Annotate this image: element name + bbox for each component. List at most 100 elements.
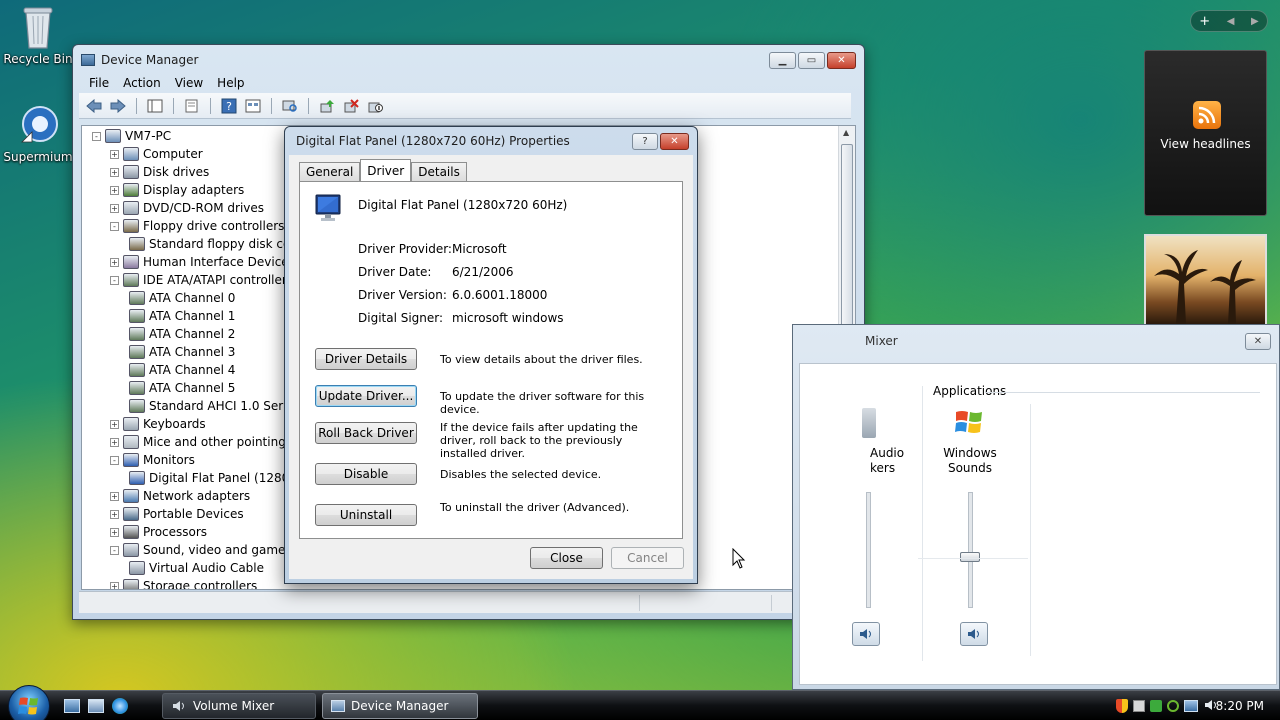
expand-icon[interactable]: + <box>110 509 119 519</box>
tree-item[interactable]: + Portable Devices <box>110 505 244 523</box>
tree-item[interactable]: + DVD/CD-ROM drives <box>110 199 264 217</box>
device-manager-titlebar[interactable]: Device Manager <box>73 45 864 75</box>
tree-item[interactable]: + Storage controllers <box>110 577 257 589</box>
tree-item[interactable]: - IDE ATA/ATAPI controllers <box>110 271 293 289</box>
tree-item[interactable]: + Processors <box>110 523 207 541</box>
tray-connector-icon[interactable] <box>1167 700 1179 712</box>
mixer-close-button[interactable]: ✕ <box>1245 333 1271 350</box>
disk-drive-icon <box>123 165 139 179</box>
menu-help[interactable]: Help <box>217 76 244 90</box>
maximize-button[interactable]: ▭ <box>798 52 825 69</box>
desktop-icon-recycle-bin[interactable]: Recycle Bin <box>0 4 76 66</box>
expand-icon[interactable]: + <box>110 581 119 589</box>
menu-view[interactable]: View <box>175 76 203 90</box>
tab-details[interactable]: Details <box>411 162 467 181</box>
tree-item[interactable]: + Display adapters <box>110 181 244 199</box>
browser-quicklaunch-icon[interactable] <box>112 698 128 714</box>
speakers-volume-slider[interactable] <box>866 492 871 608</box>
desktop-icon-supermium[interactable]: Supermium <box>0 102 76 164</box>
update-driver-button[interactable]: Update Driver... <box>315 385 417 407</box>
dialog-close-button[interactable]: ✕ <box>660 133 689 150</box>
tree-item[interactable]: + Disk drives <box>110 163 209 181</box>
uninstall-button[interactable]: Uninstall <box>315 504 417 526</box>
tree-item[interactable]: - Monitors <box>110 451 195 469</box>
feed-gadget-label[interactable]: View headlines <box>1145 137 1266 151</box>
tab-general[interactable]: General <box>299 162 361 181</box>
minimize-button[interactable]: ▁ <box>769 52 796 69</box>
collapse-icon[interactable]: - <box>110 221 119 231</box>
tree-item[interactable]: ATA Channel 2 <box>129 325 235 343</box>
windows-sounds-mute-button[interactable] <box>960 622 988 646</box>
collapse-icon[interactable]: - <box>110 545 119 555</box>
expand-icon[interactable]: + <box>110 527 119 537</box>
scroll-up-arrow-icon[interactable]: ▲ <box>843 128 849 137</box>
taskbar-volume-mixer[interactable]: Volume Mixer <box>162 693 316 719</box>
tree-item[interactable]: + Computer <box>110 145 203 163</box>
add-gadget-icon[interactable]: + <box>1199 14 1210 29</box>
menu-file[interactable]: File <box>89 76 109 90</box>
tray-network-icon[interactable] <box>1184 700 1198 712</box>
update-driver-icon[interactable] <box>318 98 336 114</box>
dialog-ok-close-button[interactable]: Close <box>530 547 603 569</box>
tray-check-icon[interactable] <box>1150 700 1162 712</box>
expand-icon[interactable]: + <box>110 167 119 177</box>
tree-item[interactable]: ATA Channel 0 <box>129 289 235 307</box>
tree-item[interactable]: + Mice and other pointing de <box>110 433 305 451</box>
dialog-cancel-button[interactable]: Cancel <box>611 547 684 569</box>
next-gadget-icon[interactable]: ▶ <box>1251 16 1259 27</box>
close-window-button[interactable]: ✕ <box>827 52 856 69</box>
back-arrow-icon[interactable] <box>85 98 103 114</box>
tree-item[interactable]: + Keyboards <box>110 415 206 433</box>
forward-arrow-icon[interactable] <box>109 98 127 114</box>
collapse-icon[interactable]: - <box>110 455 119 465</box>
switch-windows-icon[interactable] <box>88 699 104 713</box>
uninstall-icon[interactable] <box>342 98 360 114</box>
slideshow-gadget[interactable] <box>1144 234 1267 326</box>
taskbar-device-manager[interactable]: Device Manager <box>322 693 478 719</box>
dialog-help-button[interactable]: ? <box>632 133 658 150</box>
scan-hardware-icon[interactable] <box>281 98 299 114</box>
tree-item[interactable]: ATA Channel 3 <box>129 343 235 361</box>
expand-icon[interactable]: + <box>110 185 119 195</box>
tree-item[interactable]: ATA Channel 5 <box>129 379 235 397</box>
windows-sounds-volume-slider[interactable] <box>968 492 973 608</box>
speakers-mute-button[interactable] <box>852 622 880 646</box>
menu-action[interactable]: Action <box>123 76 161 90</box>
feed-headlines-gadget[interactable]: View headlines <box>1144 50 1267 216</box>
expand-icon[interactable]: + <box>110 419 119 429</box>
tree-item[interactable]: ATA Channel 4 <box>129 361 235 379</box>
tree-item[interactable]: Standard AHCI 1.0 Seria <box>129 397 294 415</box>
taskbar-clock[interactable]: 8:20 PM <box>1216 699 1264 713</box>
properties-icon[interactable] <box>183 98 201 114</box>
driver-details-button[interactable]: Driver Details <box>315 348 417 370</box>
tree-item[interactable]: - VM7-PC <box>92 127 171 145</box>
collapse-icon[interactable]: - <box>92 131 101 141</box>
tree-item[interactable]: Virtual Audio Cable <box>129 559 264 577</box>
disable-device-icon[interactable] <box>366 98 384 114</box>
expand-icon[interactable]: + <box>110 257 119 267</box>
expand-icon[interactable]: + <box>110 491 119 501</box>
disable-button[interactable]: Disable <box>315 463 417 485</box>
show-hide-console-tree-icon[interactable] <box>146 98 164 114</box>
start-button[interactable] <box>8 685 50 720</box>
show-desktop-icon[interactable] <box>64 699 80 713</box>
tab-driver[interactable]: Driver <box>360 159 412 181</box>
tree-item[interactable]: ATA Channel 1 <box>129 307 235 325</box>
collapse-icon[interactable]: - <box>110 275 119 285</box>
expand-icon[interactable]: + <box>110 149 119 159</box>
expand-icon[interactable]: + <box>110 437 119 447</box>
tray-app-icon[interactable] <box>1133 700 1145 712</box>
tree-item[interactable]: + Network adapters <box>110 487 250 505</box>
roll-back-driver-button[interactable]: Roll Back Driver <box>315 422 417 444</box>
security-shield-icon[interactable] <box>1116 699 1128 713</box>
view-details-icon[interactable] <box>244 98 262 114</box>
tree-item[interactable]: - Floppy drive controllers <box>110 217 284 235</box>
tree-item[interactable]: Digital Flat Panel (1280x <box>129 469 296 487</box>
tree-item[interactable]: - Sound, video and game co <box>110 541 303 559</box>
windows-sounds-slider-thumb[interactable] <box>960 552 980 562</box>
tree-item[interactable]: Standard floppy disk co <box>129 235 290 253</box>
help-icon[interactable]: ? <box>220 98 238 114</box>
previous-gadget-icon[interactable]: ◀ <box>1227 16 1235 27</box>
tree-item[interactable]: + Human Interface Devices <box>110 253 295 271</box>
expand-icon[interactable]: + <box>110 203 119 213</box>
